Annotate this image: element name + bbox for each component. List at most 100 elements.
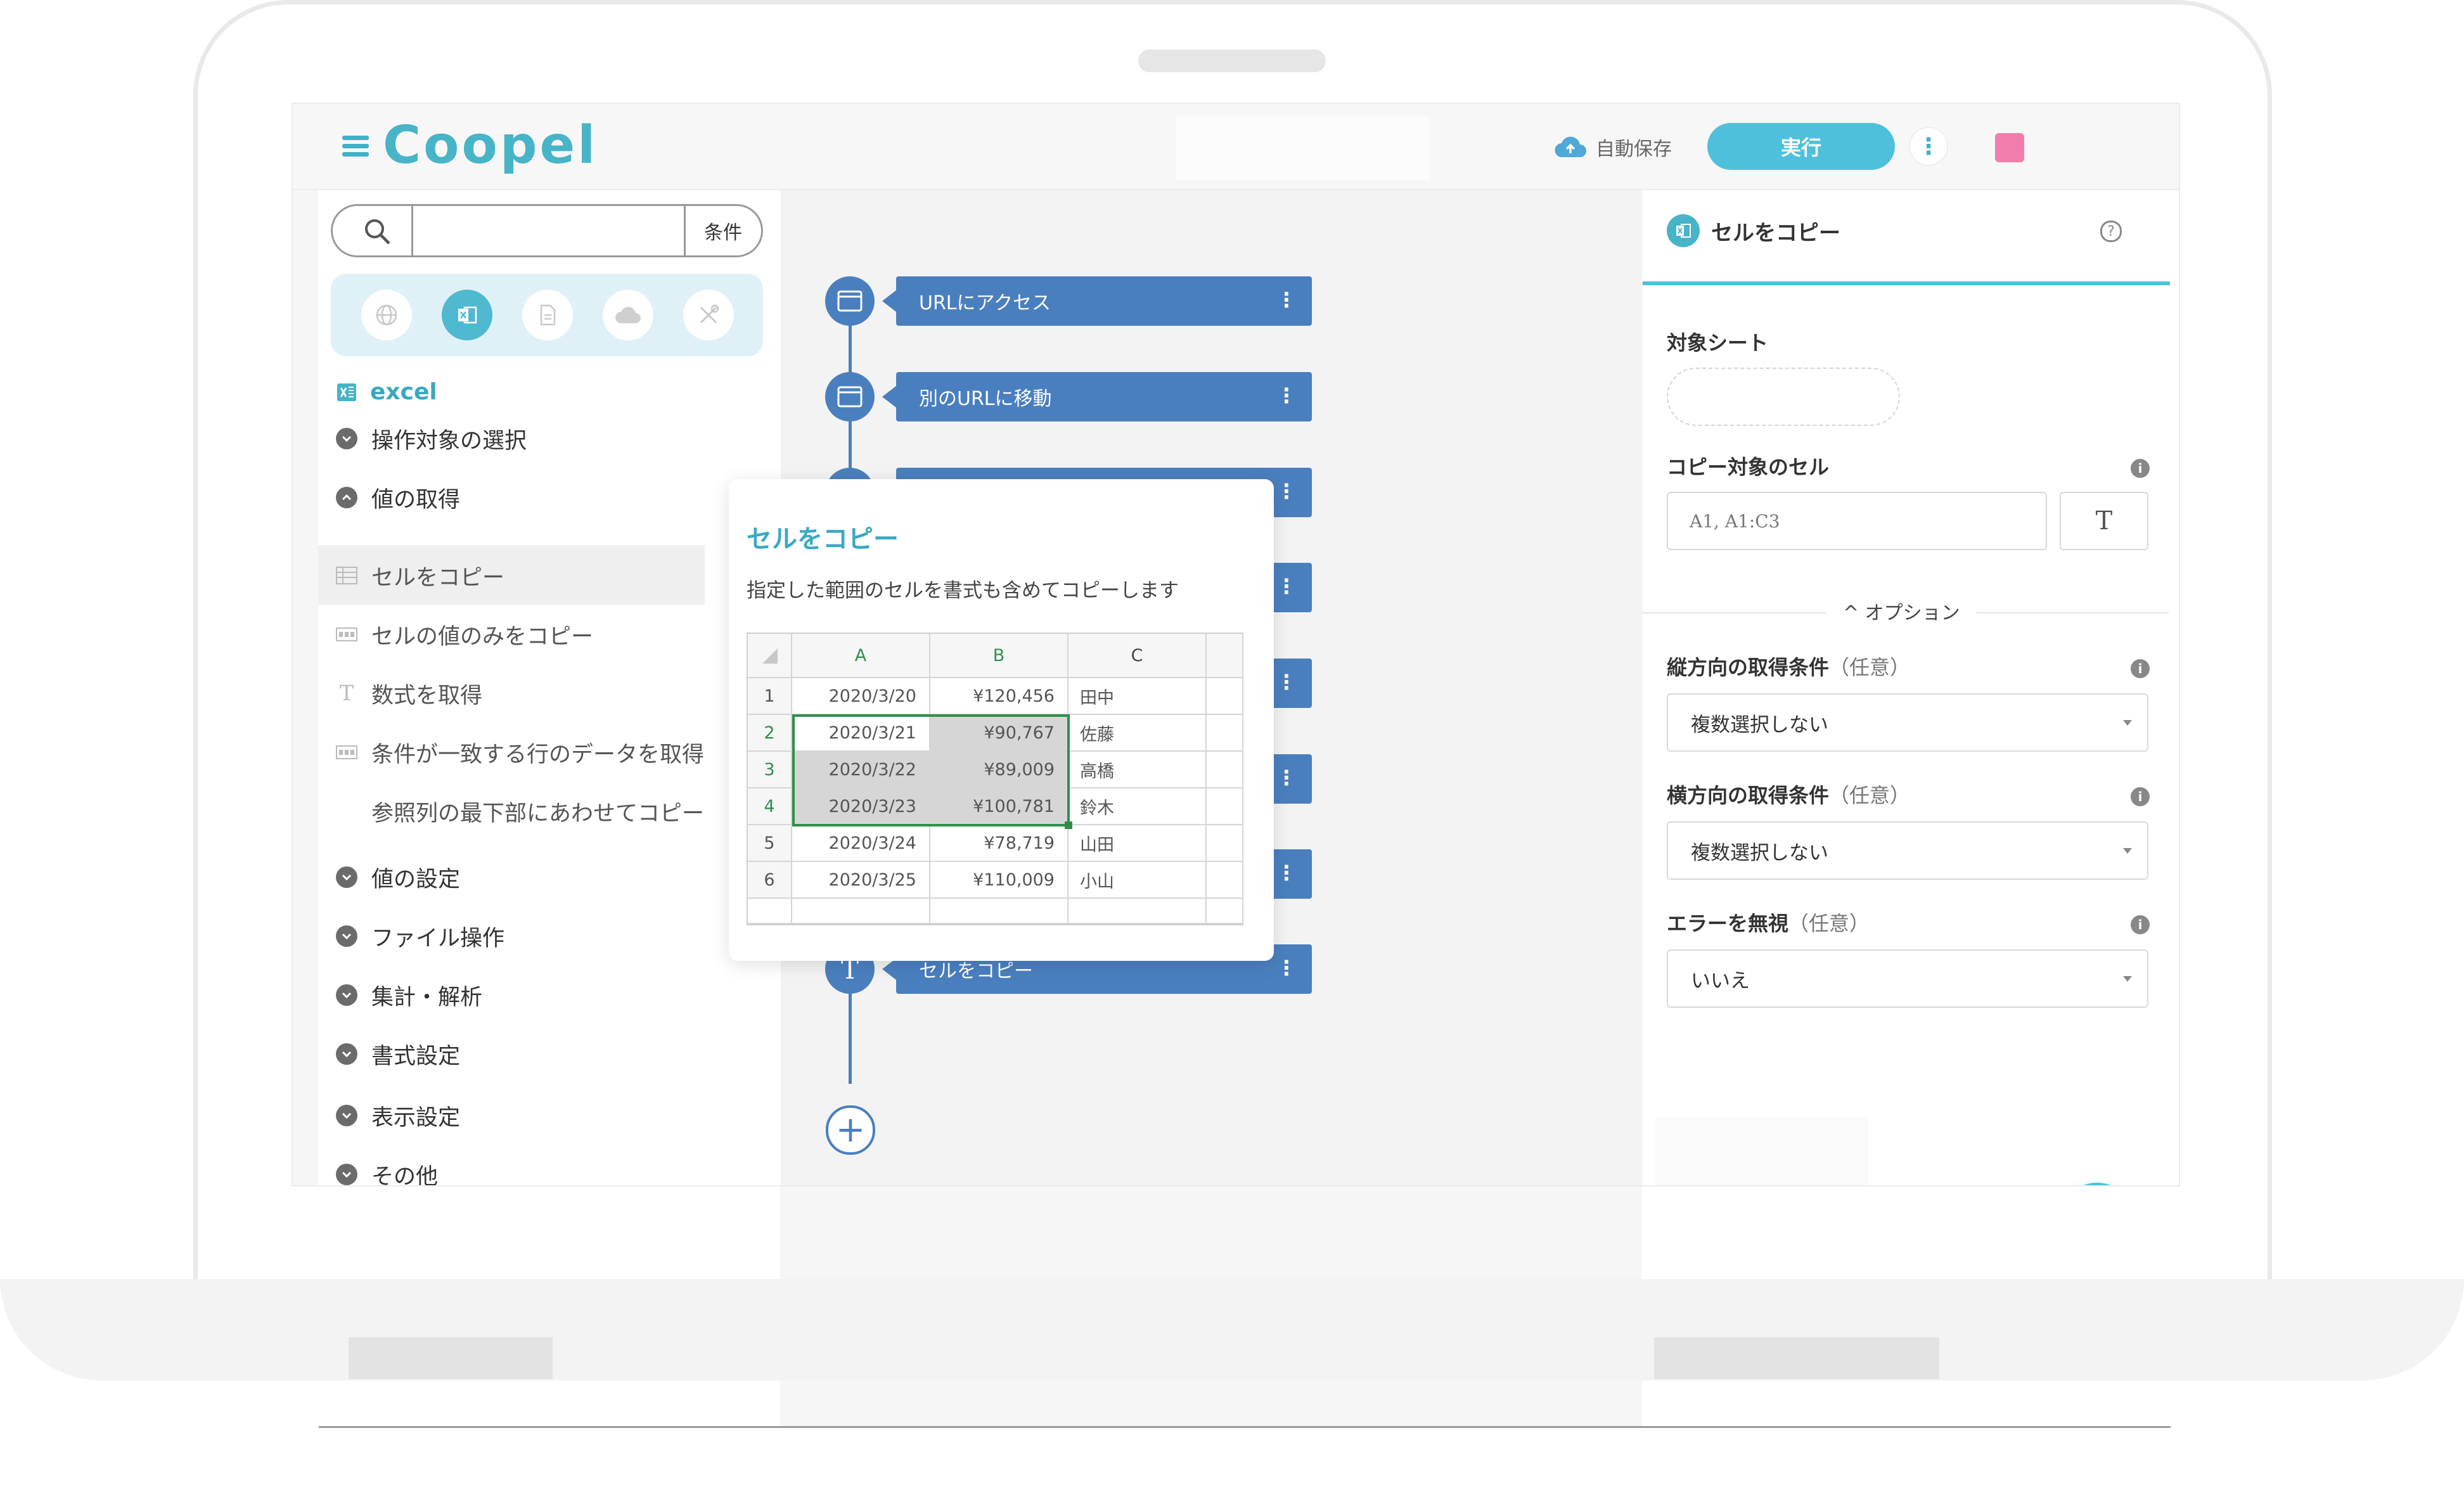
sheet-corner <box>748 634 792 678</box>
category-web[interactable] <box>361 290 412 340</box>
step-menu-icon[interactable]: ⋮ <box>1276 383 1297 408</box>
info-icon[interactable]: i <box>2131 659 2150 678</box>
step-menu-icon[interactable]: ⋮ <box>1276 861 1297 885</box>
cell-blank <box>1068 899 1207 924</box>
group-target-selection[interactable]: 操作対象の選択 <box>336 420 527 458</box>
target-sheet-label: 対象シート <box>1667 331 1769 355</box>
chevron-down-icon <box>336 866 357 888</box>
group-format-settings[interactable]: 書式設定 <box>336 1035 460 1073</box>
step-card-1[interactable]: URLにアクセス ⋮ <box>882 276 1312 326</box>
item-get-formula[interactable]: T 数式を取得 <box>336 674 482 712</box>
item-label: 数式を取得 <box>371 683 483 709</box>
action-tooltip: セルをコピー 指定した範囲のセルを書式も含めてコピーします A B C 1 202… <box>729 479 1274 961</box>
step-menu-icon[interactable]: ⋮ <box>1276 956 1297 980</box>
optional-tag: （任意） <box>1829 655 1911 679</box>
info-icon[interactable]: i <box>2131 915 2150 934</box>
step-menu-icon[interactable]: ⋮ <box>1276 670 1297 694</box>
group-aggregate-analysis[interactable]: 集計・解析 <box>336 976 482 1014</box>
category-tools[interactable] <box>683 290 734 340</box>
group-display-settings[interactable]: 表示設定 <box>336 1096 460 1135</box>
item-label: 条件が一致する行のデータを取得 <box>371 742 705 768</box>
cell-blank <box>1207 825 1243 862</box>
base-shadow-right <box>1654 1337 1939 1379</box>
step-menu-icon[interactable]: ⋮ <box>1276 288 1297 312</box>
text-type-button[interactable]: T <box>2060 492 2148 550</box>
category-cloud[interactable] <box>603 290 653 340</box>
tooltip-description: 指定した範囲のセルを書式も含めてコピーします <box>747 579 1179 602</box>
chevron-up-icon <box>336 487 357 508</box>
group-label: ファイル操作 <box>371 925 505 951</box>
autosave-status[interactable]: 自動保存 <box>1554 132 1672 162</box>
step-node-2[interactable] <box>825 372 875 421</box>
group-label: 操作対象の選択 <box>371 428 527 454</box>
target-sheet-input[interactable] <box>1667 368 1900 426</box>
cell-blank <box>1207 715 1243 752</box>
search-divider <box>411 206 413 255</box>
cell-blank <box>748 899 792 924</box>
excel-icon <box>1667 214 1700 247</box>
hamburger-menu-icon[interactable] <box>342 136 369 157</box>
vertical-condition-label: 縦方向の取得条件（任意） <box>1667 652 1910 681</box>
vertical-condition-select[interactable]: 複数選択しない <box>1667 693 2148 752</box>
more-options-button[interactable]: ⋮ <box>1909 127 1948 166</box>
filter-button[interactable]: 条件 <box>686 206 760 255</box>
item-copy-values[interactable]: セルの値のみをコピー <box>336 615 593 653</box>
row-number: 2 <box>748 715 792 752</box>
options-toggle[interactable]: ^ オプション <box>1826 597 1977 625</box>
group-get-values[interactable]: 値の取得 <box>336 479 460 517</box>
chat-button[interactable] <box>2060 1183 2134 1185</box>
help-icon[interactable]: ? <box>2100 221 2122 242</box>
base-shadow-left <box>349 1337 553 1379</box>
cloud-upload-icon <box>1555 136 1586 158</box>
action-sidebar: 条件 excel 操作対象の選択 値の取得 セルをコピー セルの値のみをコピー … <box>318 190 781 1185</box>
step-node-1[interactable] <box>825 276 875 326</box>
row-number: 1 <box>748 678 792 715</box>
avatar[interactable] <box>1995 133 2024 162</box>
excel-icon <box>458 306 477 324</box>
group-label: 書式設定 <box>371 1043 461 1069</box>
ignore-error-label: エラーを無視（任意） <box>1667 908 1870 937</box>
add-step-button[interactable]: + <box>826 1105 875 1155</box>
step-menu-icon[interactable]: ⋮ <box>1276 574 1297 598</box>
cell-amount: ¥120,456 <box>930 678 1068 715</box>
panel-header: セルをコピー ? <box>1643 190 2170 285</box>
category-excel[interactable] <box>442 290 492 340</box>
group-set-values[interactable]: 値の設定 <box>336 858 460 896</box>
table-icon <box>336 565 357 586</box>
info-icon[interactable]: i <box>2131 459 2150 478</box>
step-card-2[interactable]: 別のURLに移動 ⋮ <box>882 372 1312 421</box>
dropdown-caret-icon <box>2123 720 2132 726</box>
column-header: A <box>792 634 930 678</box>
document-icon <box>540 304 556 326</box>
step-menu-icon[interactable]: ⋮ <box>1276 479 1297 503</box>
category-bar <box>331 274 763 356</box>
table-values-icon <box>336 624 357 645</box>
cell-blank <box>1207 752 1243 788</box>
select-value: 複数選択しない <box>1691 841 1828 865</box>
horizontal-condition-select[interactable]: 複数選択しない <box>1667 821 2148 880</box>
group-other[interactable]: その他 <box>336 1155 438 1185</box>
item-copy-cells[interactable]: セルをコピー <box>336 556 504 595</box>
cell-blank <box>1207 862 1243 899</box>
search-input[interactable] <box>421 211 677 250</box>
section-excel: excel <box>336 379 437 405</box>
info-icon[interactable]: i <box>2131 787 2150 806</box>
item-get-matching-rows[interactable]: 条件が一致する行のデータを取得 <box>336 733 704 771</box>
text-t-icon: T <box>339 681 354 706</box>
cell-name: 佐藤 <box>1068 715 1207 752</box>
row-number: 5 <box>748 825 792 862</box>
item-copy-to-bottom[interactable]: 参照列の最下部にあわせてコピー <box>336 792 704 830</box>
run-button[interactable]: 実行 <box>1707 123 1895 170</box>
camera-notch <box>1138 49 1326 72</box>
vertical-condition-text: 縦方向の取得条件 <box>1667 655 1830 679</box>
group-file-operations[interactable]: ファイル操作 <box>336 917 504 955</box>
step-label: 別のURLに移動 <box>919 388 1052 410</box>
cell-name: 山田 <box>1068 825 1207 862</box>
cell-name: 高橋 <box>1068 752 1207 788</box>
category-document[interactable] <box>522 290 573 340</box>
ignore-error-select[interactable]: いいえ <box>1667 949 2148 1008</box>
step-menu-icon[interactable]: ⋮ <box>1276 766 1297 790</box>
cell-amount: ¥78,719 <box>930 825 1068 862</box>
copy-cell-input[interactable]: A1, A1:C3 <box>1667 492 2047 550</box>
group-label: 表示設定 <box>371 1105 461 1131</box>
